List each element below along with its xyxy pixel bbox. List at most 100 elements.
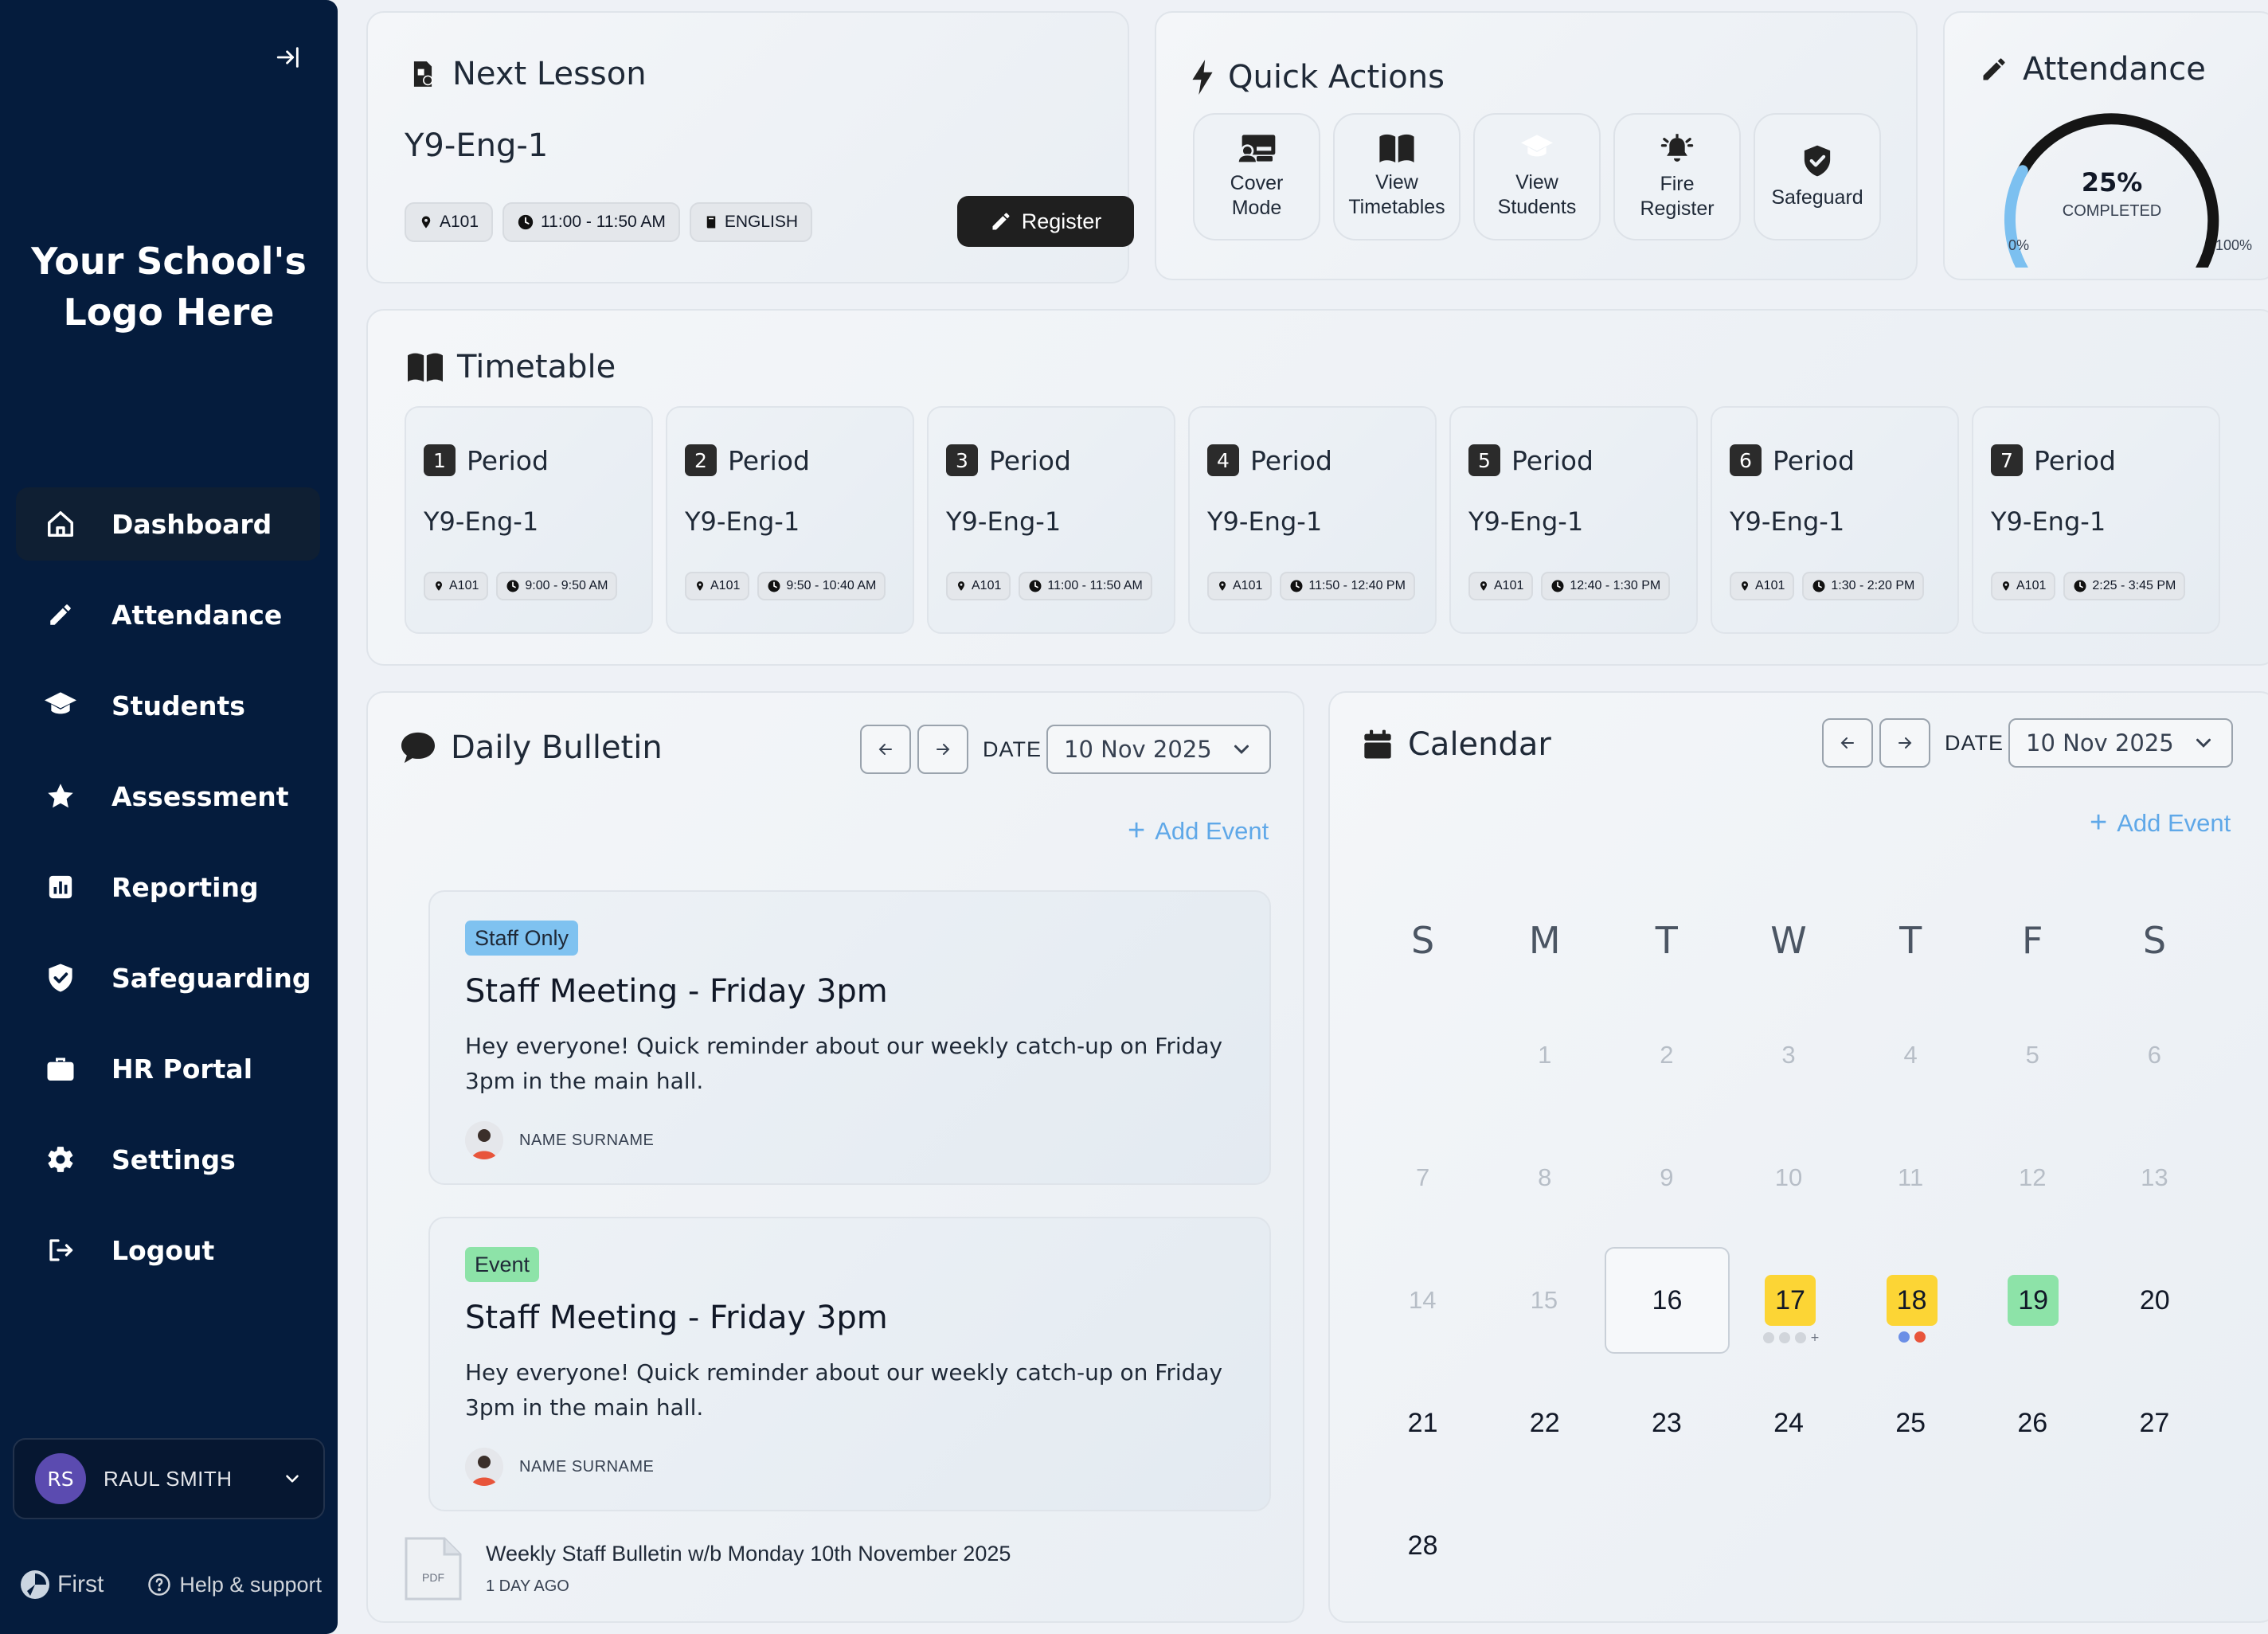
calendar-day[interactable]: 11 (1850, 1124, 1972, 1231)
calendar-day-number: 12 (2019, 1163, 2047, 1191)
sidebar-item-assessment[interactable]: Assessment (16, 760, 320, 833)
period-card-7[interactable]: 7 Period Y9-Eng-1 A101 2:25 - 3:45 PM (1972, 406, 2220, 634)
user-menu[interactable]: RS RAUL SMITH (13, 1438, 325, 1519)
sidebar-footer: First Help & support (19, 1566, 322, 1604)
calendar-day-number: 21 (1407, 1407, 1438, 1438)
bulletin-date-select[interactable]: 10 Nov 2025 (1046, 725, 1271, 774)
calendar-day[interactable]: 15 (1484, 1247, 1605, 1354)
location-pin-icon (1480, 581, 1488, 591)
calendar-day-number: 17 (1765, 1275, 1816, 1326)
calendar-day[interactable]: 25 (1850, 1370, 1972, 1476)
calendar-prev-button[interactable] (1822, 718, 1873, 768)
calendar-day[interactable]: 1 (1484, 1002, 1605, 1108)
calendar-day[interactable]: 13 (2094, 1124, 2215, 1231)
register-button[interactable]: Register (957, 196, 1134, 247)
calendar-day[interactable]: 10 (1727, 1124, 1849, 1231)
calendar-day[interactable]: 27 (2094, 1370, 2215, 1476)
bulletin-date-label: DATE (983, 737, 1042, 761)
logout-icon (43, 1233, 78, 1268)
sidebar-item-safeguarding[interactable]: Safeguarding (16, 941, 320, 1014)
room-chip: A101 (1207, 572, 1273, 600)
quick-action-view-students-button[interactable]: View Students (1473, 113, 1601, 240)
calendar-day-number: 18 (1886, 1275, 1938, 1326)
calendar-card: Calendar DATE 10 Nov 2025 + Add Event S M… (1328, 691, 2268, 1623)
calendar-date-select[interactable]: 10 Nov 2025 (2008, 718, 2233, 768)
bulletin-prev-button[interactable] (860, 725, 911, 774)
calendar-day[interactable]: 14 (1362, 1247, 1484, 1354)
sidebar-item-logout[interactable]: Logout (16, 1214, 320, 1287)
calendar-day[interactable]: 22 (1484, 1370, 1605, 1476)
arrow-left-icon (878, 744, 892, 755)
sidebar-item-settings[interactable]: Settings (16, 1123, 320, 1196)
room-chip: A101 (1730, 572, 1795, 600)
calendar-day[interactable]: 3 (1727, 1002, 1849, 1108)
time-chip: 11:50 - 12:40 PM (1280, 572, 1415, 600)
sidebar-item-reporting[interactable]: Reporting (16, 850, 320, 924)
quick-action-cover-mode-button[interactable]: Cover Mode (1193, 113, 1320, 240)
calendar-day-number: 25 (1895, 1407, 1926, 1438)
brand: First (19, 1569, 104, 1601)
time-chip: 9:50 - 10:40 AM (757, 572, 886, 600)
clock-icon (768, 580, 780, 592)
period-card-1[interactable]: 1 Period Y9-Eng-1 A101 9:00 - 9:50 AM (405, 406, 653, 634)
weekday-label: S (2142, 919, 2167, 962)
period-card-5[interactable]: 5 Period Y9-Eng-1 A101 12:40 - 1:30 PM (1449, 406, 1698, 634)
collapse-sidebar-button[interactable] (271, 40, 306, 75)
bulletin-post[interactable]: Staff Only Staff Meeting - Friday 3pm Hey … (428, 890, 1271, 1185)
calendar-day[interactable]: 6 (2094, 1002, 2215, 1108)
author-name: NAME SURNAME (519, 1457, 655, 1476)
calendar-day-number: 20 (2139, 1284, 2170, 1315)
sidebar-item-attendance[interactable]: Attendance (16, 578, 320, 651)
calendar-day[interactable]: 17 + (1730, 1247, 1852, 1354)
calendar-day[interactable]: 5 (1972, 1002, 2094, 1108)
period-label: Period (1250, 444, 1332, 476)
calendar-day-number: 24 (1773, 1407, 1804, 1438)
period-card-6[interactable]: 6 Period Y9-Eng-1 A101 1:30 - 2:20 PM (1711, 406, 1959, 634)
calendar-day[interactable]: 21 (1362, 1370, 1484, 1476)
sidebar-item-dashboard[interactable]: Dashboard (16, 487, 320, 561)
calendar-add-event-button[interactable]: + Add Event (2090, 806, 2231, 840)
help-support-link[interactable]: Help & support (147, 1573, 322, 1597)
bulletin-add-event-button[interactable]: + Add Event (1128, 814, 1269, 848)
sidebar-item-students[interactable]: Students (16, 669, 320, 742)
sidebar-item-hr-portal[interactable]: HR Portal (16, 1032, 320, 1105)
calendar-day[interactable]: 20 (2094, 1247, 2215, 1354)
subject-chip: ENGLISH (689, 202, 813, 242)
calendar-empty-cell (1362, 1002, 1484, 1108)
calendar-day[interactable]: 26 (1972, 1370, 2094, 1476)
period-card-4[interactable]: 4 Period Y9-Eng-1 A101 11:50 - 12:40 PM (1188, 406, 1437, 634)
post-body: Hey everyone! Quick reminder about our w… (465, 1359, 1223, 1421)
calendar-day[interactable]: 2 (1605, 1002, 1727, 1108)
calendar-day[interactable]: 9 (1605, 1124, 1727, 1231)
calendar-empty-cell (1850, 1492, 1972, 1599)
bulletin-next-button[interactable] (917, 725, 968, 774)
sidebar-nav: Dashboard Attendance Students Assessment Rep… (16, 487, 320, 1304)
calendar-next-button[interactable] (1879, 718, 1930, 768)
quick-action-fire-register-button[interactable]: Fire Register (1613, 113, 1741, 240)
bulletin-post[interactable]: Event Staff Meeting - Friday 3pm Hey every… (428, 1217, 1271, 1511)
calendar-day[interactable]: 16 (1605, 1247, 1730, 1354)
calendar-day[interactable]: 24 (1727, 1370, 1849, 1476)
calendar-day-number: 2 (1660, 1041, 1674, 1069)
period-card-2[interactable]: 2 Period Y9-Eng-1 A101 9:50 - 10:40 AM (666, 406, 914, 634)
attendance-card: Attendance 25% COMPLETED 0% 100% (1943, 11, 2268, 280)
bulletin-attachment[interactable]: PDF Weekly Staff Bulletin w/b Monday 10t… (400, 1535, 1011, 1602)
sidebar-item-label: Attendance (111, 599, 283, 631)
calendar-day[interactable]: 23 (1605, 1370, 1727, 1476)
calendar-day[interactable]: 18 (1851, 1247, 1973, 1354)
calendar-day[interactable]: 4 (1850, 1002, 1972, 1108)
post-tag: Event (465, 1247, 540, 1282)
period-header: 2 Period (685, 444, 810, 476)
quick-action-view-timetables-button[interactable]: View Timetables (1333, 113, 1461, 240)
period-card-3[interactable]: 3 Period Y9-Eng-1 A101 11:00 - 11:50 AM (927, 406, 1175, 634)
time-chip: 1:30 - 2:20 PM (1802, 572, 1925, 600)
calendar-day[interactable]: 12 (1972, 1124, 2094, 1231)
quick-action-safeguard-button[interactable]: Safeguard (1754, 113, 1881, 240)
calendar-day[interactable]: 7 (1362, 1124, 1484, 1231)
lesson-chips: A101 11:00 - 11:50 AM ENGLISH (405, 202, 822, 242)
period-label: Period (1773, 444, 1855, 476)
calendar-day[interactable]: 8 (1484, 1124, 1605, 1231)
calendar-day[interactable]: 28 (1362, 1492, 1484, 1599)
briefcase-icon (43, 1051, 78, 1086)
calendar-day[interactable]: 19 (1973, 1247, 2094, 1354)
